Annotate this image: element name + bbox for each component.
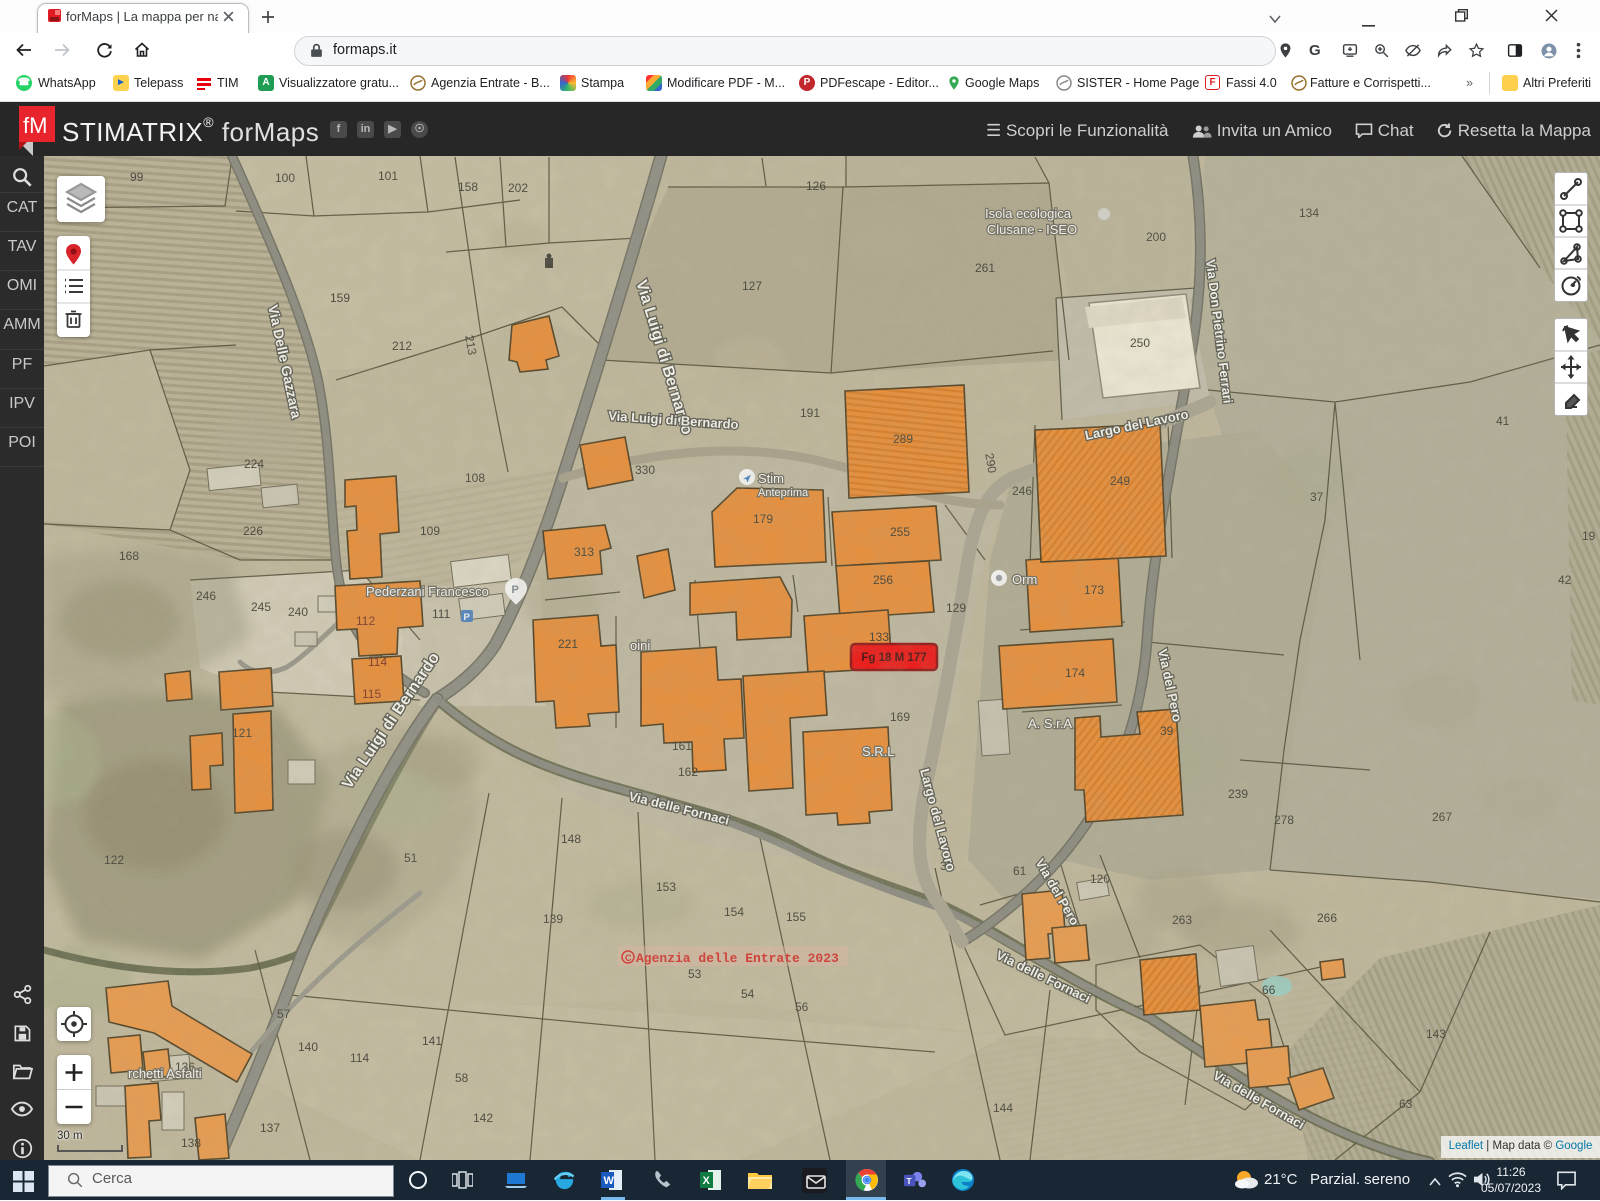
svg-text:W: W (604, 1175, 615, 1187)
svg-text:fM: fM (23, 113, 47, 138)
svg-text:T: T (906, 1176, 912, 1186)
svg-text:X: X (703, 1175, 711, 1187)
